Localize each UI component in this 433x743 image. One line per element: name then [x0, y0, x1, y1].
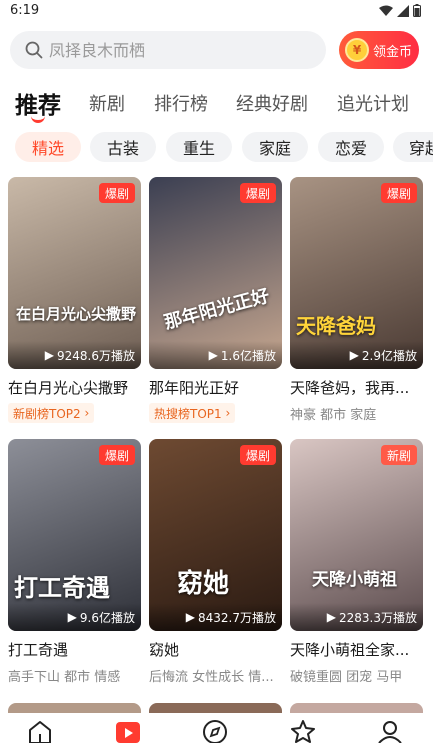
- drama-title[interactable]: 窈她: [149, 639, 282, 660]
- tab-rankings[interactable]: 排行榜: [154, 90, 208, 116]
- play-count-text: 9248.6万播放: [57, 348, 135, 363]
- drama-title[interactable]: 那年阳光正好: [149, 377, 282, 398]
- tab-chase-light[interactable]: 追光计划: [337, 90, 409, 116]
- discover-icon: [203, 720, 227, 743]
- drama-card[interactable]: 爆剧 那年阳光正好 ▶ 1.6亿播放 那年阳光正好 热搜榜TOP1 ›: [149, 177, 282, 425]
- chip-rebirth[interactable]: 重生: [166, 132, 232, 162]
- search-bar[interactable]: [10, 31, 326, 69]
- play-icon: ▶: [44, 348, 54, 362]
- drama-poster[interactable]: 爆剧 打工奇遇 ▶ 9.6亿播放: [8, 439, 141, 631]
- chip-time-travel[interactable]: 穿越: [393, 132, 433, 162]
- rank-tag[interactable]: 热搜榜TOP1 ›: [149, 403, 236, 423]
- poster-title-art: 打工奇遇: [14, 574, 110, 602]
- drama-card[interactable]: 爆剧 窈她 ▶ 8432.7万播放 窈她 后悔流 女性成长 情...: [149, 439, 282, 689]
- drama-poster[interactable]: 爆剧 天降爸妈 ▶ 2.9亿播放: [290, 177, 423, 369]
- play-count: ▶ 9248.6万播放: [8, 341, 141, 369]
- signal-icon: [397, 4, 409, 17]
- hot-badge: 爆剧: [98, 445, 135, 465]
- poster-title-art: 在白月光心尖撒野: [16, 305, 137, 323]
- tab-new-dramas[interactable]: 新剧: [89, 90, 125, 116]
- home-icon: [29, 721, 51, 743]
- chevron-right-icon: ›: [221, 406, 231, 420]
- nav-theater[interactable]: [114, 719, 142, 743]
- play-count: ▶ 9.6亿播放: [8, 603, 141, 631]
- play-icon: ▶: [185, 610, 195, 624]
- gold-coin-icon: ¥: [345, 38, 369, 62]
- drama-poster[interactable]: 新剧 天降小萌祖 ▶ 2283.3万播放: [290, 439, 423, 631]
- poster-title-art: 天降爸妈: [296, 314, 376, 338]
- nav-home[interactable]: [26, 719, 54, 743]
- genre-tags: 神豪 都市 家庭: [290, 408, 377, 423]
- rank-tag-text: 新剧榜TOP2: [13, 406, 81, 421]
- play-count: ▶ 2.9亿播放: [290, 341, 423, 369]
- play-count-text: 2283.3万播放: [339, 610, 417, 625]
- rank-tag[interactable]: 新剧榜TOP2 ›: [8, 403, 95, 423]
- play-count-text: 8432.7万播放: [198, 610, 276, 625]
- play-count: ▶ 1.6亿播放: [149, 341, 282, 369]
- drama-title[interactable]: 打工奇遇: [8, 639, 141, 660]
- play-icon: ▶: [326, 610, 336, 624]
- chip-romance[interactable]: 恋爱: [318, 132, 384, 162]
- drama-poster[interactable]: 爆剧 那年阳光正好 ▶ 1.6亿播放: [149, 177, 282, 369]
- play-count: ▶ 8432.7万播放: [149, 603, 282, 631]
- poster-title-art: 窈她: [177, 569, 230, 599]
- drama-title[interactable]: 天降小萌祖全家...: [290, 639, 423, 660]
- drama-card[interactable]: 爆剧 天降爸妈 ▶ 2.9亿播放 天降爸妈，我再... 神豪 都市 家庭: [290, 177, 423, 425]
- chip-featured[interactable]: 精选: [15, 132, 81, 162]
- drama-card[interactable]: 新剧 天降小萌祖 ▶ 2283.3万播放 天降小萌祖全家... 破镜重圆 团宠 马…: [290, 439, 423, 689]
- drama-card[interactable]: 爆剧 打工奇遇 ▶ 9.6亿播放 打工奇遇 高手下山 都市 情感: [8, 439, 141, 689]
- play-icon: ▶: [67, 610, 77, 624]
- drama-card[interactable]: 爆剧 在白月光心尖撒野 ▶ 9248.6万播放 在白月光心尖撒野 新剧榜TOP2 …: [8, 177, 141, 425]
- play-count-text: 1.6亿播放: [220, 348, 276, 363]
- collect-coins-button[interactable]: ¥ 领金币: [339, 31, 419, 69]
- welfare-icon: [291, 720, 315, 743]
- tab-recommended[interactable]: 推荐: [15, 86, 61, 120]
- drama-title[interactable]: 天降爸妈，我再...: [290, 377, 423, 398]
- genre-tags: 高手下山 都市 情感: [8, 670, 121, 685]
- tab-classics[interactable]: 经典好剧: [236, 90, 308, 116]
- hot-badge: 爆剧: [98, 183, 135, 203]
- search-input[interactable]: [49, 40, 289, 60]
- drama-title[interactable]: 在白月光心尖撒野: [8, 377, 141, 398]
- play-count-text: 9.6亿播放: [79, 610, 135, 625]
- play-count-text: 2.9亿播放: [361, 348, 417, 363]
- collect-coins-label: 领金币: [373, 44, 413, 60]
- profile-icon: [378, 721, 402, 743]
- genre-tags: 后悔流 女性成长 情...: [149, 670, 274, 685]
- play-count: ▶ 2283.3万播放: [290, 603, 423, 631]
- play-icon: ▶: [349, 348, 359, 362]
- chevron-right-icon: ›: [80, 406, 90, 420]
- rank-tag-text: 热搜榜TOP1: [154, 406, 222, 421]
- status-icons: [379, 4, 421, 17]
- status-bar: 6:19: [0, 0, 433, 24]
- bottom-navigation: [0, 713, 433, 743]
- genre-chips: 精选 古装 重生 家庭 恋爱 穿越: [0, 132, 433, 164]
- genre-tags: 破镜重圆 团宠 马甲: [290, 670, 403, 685]
- chip-costume[interactable]: 古装: [90, 132, 156, 162]
- nav-discover[interactable]: [201, 719, 229, 743]
- hot-badge: 爆剧: [380, 183, 417, 203]
- battery-icon: [413, 4, 421, 17]
- chip-family[interactable]: 家庭: [242, 132, 308, 162]
- play-icon: ▶: [208, 348, 218, 362]
- nav-profile[interactable]: [376, 719, 404, 743]
- hot-badge: 爆剧: [239, 183, 276, 203]
- wifi-icon: [379, 5, 393, 16]
- nav-welfare[interactable]: [289, 719, 317, 743]
- hot-badge: 爆剧: [239, 445, 276, 465]
- status-time: 6:19: [10, 3, 40, 18]
- new-badge: 新剧: [380, 445, 417, 465]
- theater-icon: [116, 722, 140, 743]
- category-tabs: 推荐 新剧 排行榜 经典好剧 追光计划: [0, 84, 433, 124]
- active-tab-indicator: [31, 116, 45, 123]
- search-icon: [25, 41, 43, 59]
- drama-poster[interactable]: 爆剧 窈她 ▶ 8432.7万播放: [149, 439, 282, 631]
- poster-title-art: 天降小萌祖: [312, 570, 397, 590]
- drama-poster[interactable]: 爆剧 在白月光心尖撒野 ▶ 9248.6万播放: [8, 177, 141, 369]
